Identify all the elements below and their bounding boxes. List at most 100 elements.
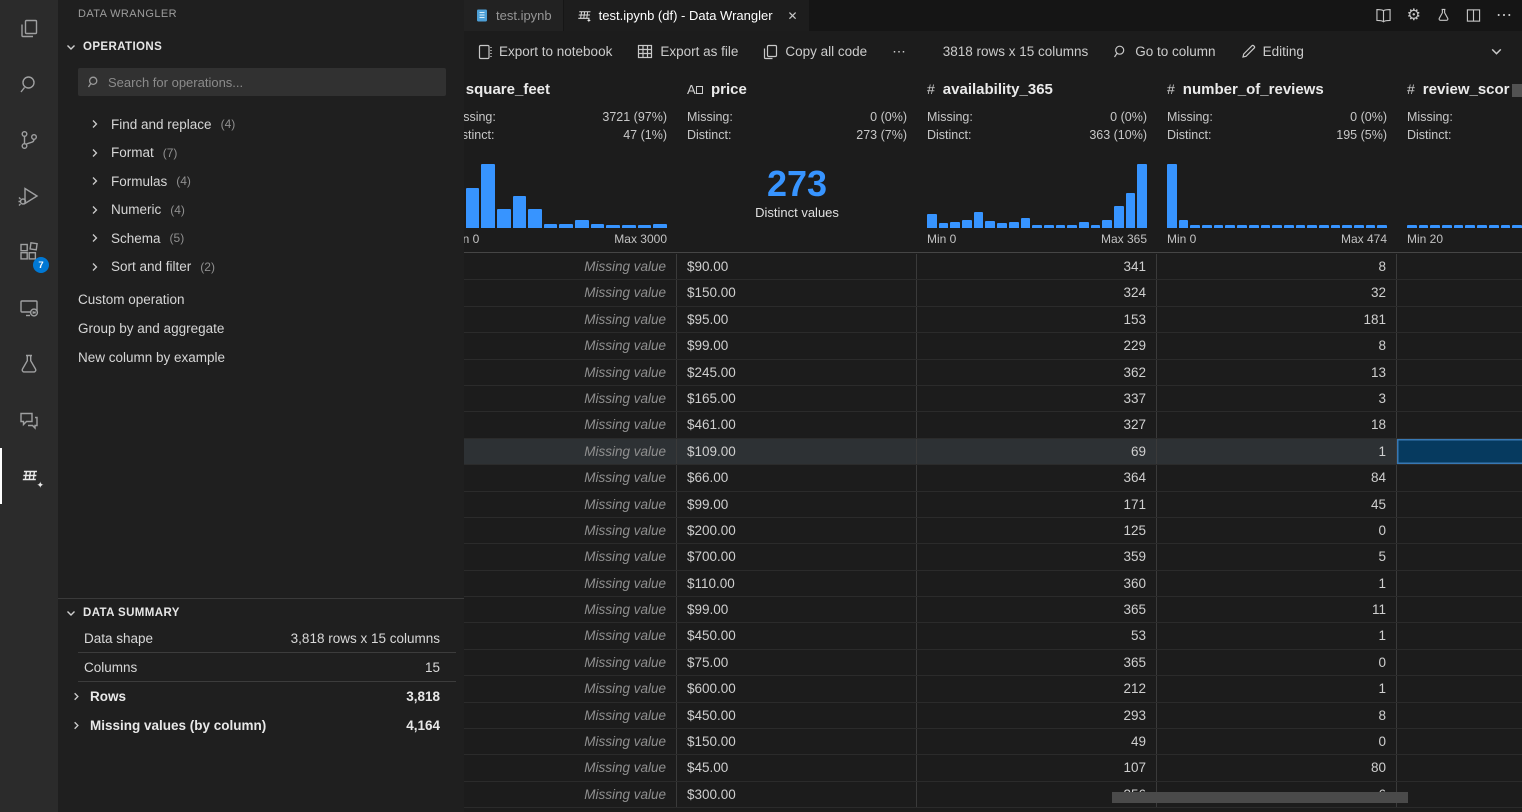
gear-icon[interactable]: ⚙ [1407,8,1421,24]
grid-cell[interactable] [1397,597,1522,622]
grid-cell[interactable]: 32 [1157,280,1397,305]
grid-cell[interactable]: 1 [1157,676,1397,701]
grid-cell[interactable]: Missing value [464,492,677,517]
grid-cell[interactable]: 341 [917,254,1157,279]
sidebar-item-source-control[interactable] [0,112,58,168]
grid-cell[interactable]: Missing value [464,465,677,490]
grid-cell[interactable]: 1 [1157,439,1397,464]
tab-data-wrangler[interactable]: ✦ test.ipynb (df) - Data Wrangler ✕ [564,0,809,31]
summary-row-missing-values[interactable]: Missing values (by column) 4,164 [70,711,456,740]
grid-cell[interactable]: 18 [1157,412,1397,437]
grid-cell[interactable]: 365 [917,650,1157,675]
grid-cell[interactable]: $99.00 [677,492,917,517]
grid-cell[interactable]: $200.00 [677,518,917,543]
grid-cell[interactable]: 360 [917,571,1157,596]
table-row[interactable]: Missing value$600.002121 [464,676,1522,702]
grid-cell[interactable]: $150.00 [677,729,917,754]
op-item-new-column-by-example[interactable]: New column by example [58,343,464,372]
grid-cell[interactable]: $450.00 [677,703,917,728]
grid-cell[interactable] [1397,650,1522,675]
data-summary-header[interactable]: DATA SUMMARY [58,602,464,624]
table-row[interactable]: Missing value$95.00153181 [464,307,1522,333]
grid-cell[interactable] [1397,623,1522,648]
operations-section-header[interactable]: OPERATIONS [58,36,464,58]
grid-cell[interactable]: $90.00 [677,254,917,279]
table-row[interactable]: Missing value$90.003418 [464,254,1522,280]
table-row[interactable]: Missing value$450.002938 [464,703,1522,729]
grid-cell[interactable]: Missing value [464,782,677,807]
grid-cell[interactable]: 153 [917,307,1157,332]
table-row[interactable]: Missing value$110.003601 [464,571,1522,597]
op-group-formulas[interactable]: Formulas (4) [58,167,464,196]
grid-cell[interactable]: $110.00 [677,571,917,596]
table-row[interactable]: Missing value$66.0036484 [464,465,1522,491]
grid-cell[interactable]: 327 [917,412,1157,437]
op-group-numeric[interactable]: Numeric (4) [58,196,464,225]
grid-cell[interactable] [1397,544,1522,569]
grid-cell[interactable]: 359 [917,544,1157,569]
grid-cell[interactable] [1397,280,1522,305]
export-to-notebook-button[interactable]: Export to notebook [478,44,612,60]
grid-cell[interactable]: Missing value [464,518,677,543]
grid-cell[interactable]: 364 [917,465,1157,490]
grid-cell[interactable]: $95.00 [677,307,917,332]
grid-cell[interactable]: 125 [917,518,1157,543]
grid-cell[interactable]: Missing value [464,254,677,279]
grid-cell[interactable]: 337 [917,386,1157,411]
grid-cell[interactable] [1397,386,1522,411]
grid-cell[interactable]: 365 [917,597,1157,622]
grid-cell[interactable]: 13 [1157,360,1397,385]
table-row[interactable]: Missing value$75.003650 [464,650,1522,676]
grid-cell[interactable] [1397,729,1522,754]
table-row[interactable]: Missing value$99.0036511 [464,597,1522,623]
table-row[interactable]: Missing value$45.0010780 [464,755,1522,781]
grid-cell[interactable]: $45.00 [677,755,917,780]
grid-cell[interactable]: Missing value [464,439,677,464]
grid-cell[interactable]: 5 [1157,544,1397,569]
grid-cell[interactable]: Missing value [464,623,677,648]
grid-cell[interactable] [1397,307,1522,332]
grid-cell[interactable] [1397,465,1522,490]
op-group-sort-and-filter[interactable]: Sort and filter (2) [58,253,464,282]
table-row[interactable]: Missing value$99.002298 [464,333,1522,359]
grid-cell[interactable]: 8 [1157,703,1397,728]
grid-cell[interactable]: 212 [917,676,1157,701]
grid-cell[interactable] [1397,755,1522,780]
grid-cell[interactable]: Missing value [464,307,677,332]
grid-cell[interactable]: Missing value [464,360,677,385]
table-row[interactable]: Missing value$461.0032718 [464,412,1522,438]
export-as-file-button[interactable]: Export as file [637,44,738,59]
grid-cell[interactable]: 181 [1157,307,1397,332]
search-input[interactable] [108,75,437,90]
grid-cell[interactable]: $700.00 [677,544,917,569]
table-row[interactable]: Missing value$450.00531 [464,623,1522,649]
grid-cell[interactable]: 0 [1157,729,1397,754]
grid-cell[interactable] [1397,333,1522,358]
grid-cell[interactable]: Missing value [464,571,677,596]
grid-cell[interactable]: Missing value [464,333,677,358]
go-to-column-button[interactable]: Go to column [1113,44,1215,59]
split-editor-icon[interactable] [1466,8,1481,23]
flask-icon[interactable] [1436,8,1451,23]
grid-cell[interactable]: 45 [1157,492,1397,517]
grid-cell[interactable]: $600.00 [677,676,917,701]
table-row[interactable]: Missing value$109.00691 [464,439,1522,465]
tab-test-ipynb[interactable]: test.ipynb [464,0,564,31]
grid-cell[interactable]: $99.00 [677,333,917,358]
grid-cell[interactable]: 0 [1157,518,1397,543]
table-row[interactable]: Missing value$150.00490 [464,729,1522,755]
operations-search[interactable] [78,68,446,96]
grid-cell[interactable] [1397,676,1522,701]
grid-cell[interactable] [1397,703,1522,728]
toolbar-overflow-button[interactable]: ⋯ [892,44,906,60]
grid-cell[interactable] [1397,571,1522,596]
grid-cell[interactable]: $109.00 [677,439,917,464]
table-row[interactable]: Missing value$200.001250 [464,518,1522,544]
sidebar-item-explorer[interactable] [0,0,58,56]
grid-cell[interactable]: 69 [917,439,1157,464]
table-row[interactable]: Missing value$165.003373 [464,386,1522,412]
sidebar-item-testing[interactable] [0,336,58,392]
grid-cell[interactable]: Missing value [464,280,677,305]
column-header-price[interactable]: ApriceMissing:0 (0%)Distinct:273 (7%)273… [677,72,917,252]
grid-cell[interactable]: Missing value [464,650,677,675]
